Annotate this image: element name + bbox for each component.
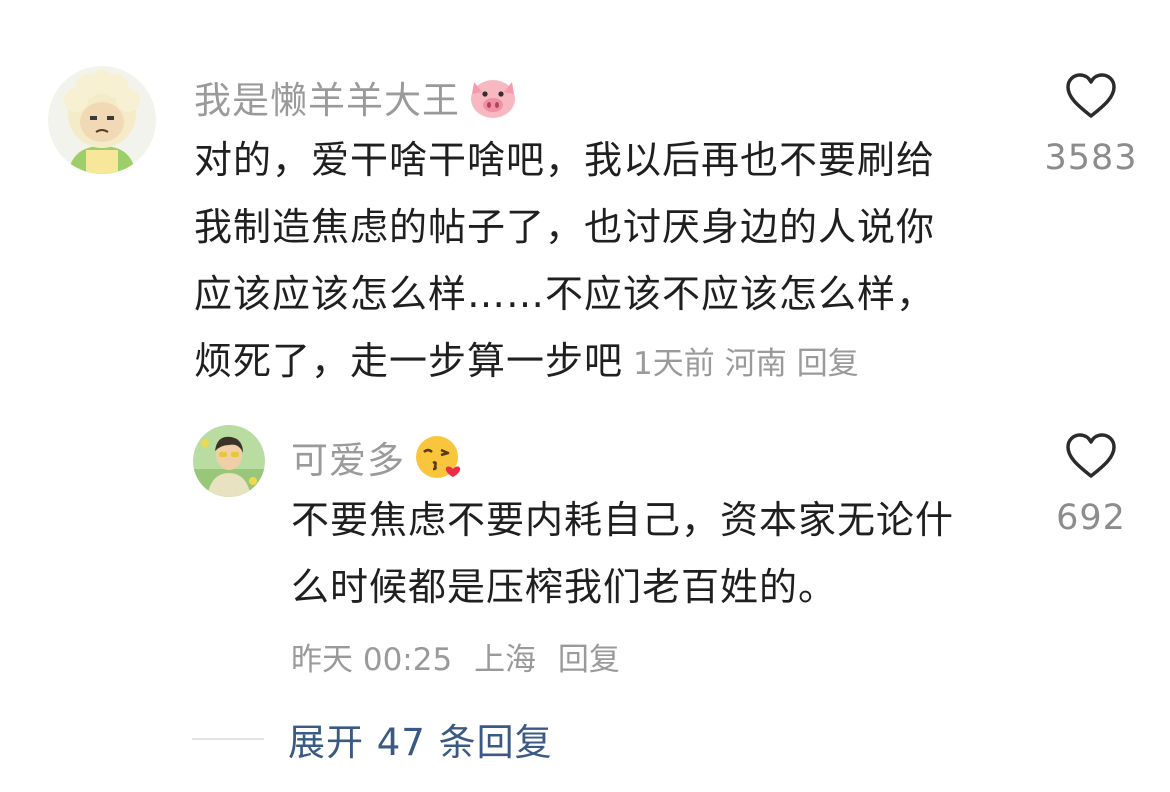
comment-time: 1天前 <box>633 346 715 382</box>
divider <box>192 738 264 740</box>
comment-2-meta: 昨天 00:25 上海 回复 <box>291 634 632 679</box>
comment-2-like-button[interactable]: 692 <box>1031 432 1151 538</box>
heart-icon <box>1066 433 1116 478</box>
username-text: 可爱多 <box>291 439 405 482</box>
comment-line-text: 烦死了，走一步算一步吧 <box>194 339 624 383</box>
expand-replies-label: 展开 47 条回复 <box>288 721 553 764</box>
comment-1-meta: 1天前 河南 回复 <box>633 346 869 382</box>
face-blowing-a-kiss-icon <box>413 433 463 481</box>
comment-time: 昨天 00:25 <box>291 642 453 678</box>
avatar-keaiduo[interactable] <box>193 425 265 497</box>
heart-icon <box>1066 73 1116 118</box>
reply-button[interactable]: 回复 <box>797 346 859 382</box>
comment-line: 不要焦虑不要内耗自己，资本家无论什 <box>291 498 955 542</box>
comment-location: 河南 <box>724 346 787 382</box>
lazy-sheep-avatar-image <box>48 66 156 174</box>
avatar-lazy-sheep[interactable] <box>48 66 156 174</box>
comment-2-content: 不要焦虑不要内耗自己，资本家无论什 么时候都是压榨我们老百姓的。 <box>291 487 954 621</box>
comment-line: 么时候都是压榨我们老百姓的。 <box>291 565 838 609</box>
reply-button[interactable]: 回复 <box>558 642 620 678</box>
expand-replies-button[interactable]: 展开 47 条回复 <box>192 712 553 766</box>
comment-line: 对的，爱干啥干啥吧，我以后再也不要刷给 <box>194 138 936 182</box>
comment-2-username[interactable]: 可爱多 <box>291 430 463 484</box>
comment-line: 我制造焦虑的帖子了，也讨厌身边的人说你 <box>194 205 936 249</box>
comment-1-content: 对的，爱干啥干啥吧，我以后再也不要刷给 我制造焦虑的帖子了，也讨厌身边的人说你 … <box>194 127 935 398</box>
username-text: 我是懒羊羊大王 <box>194 79 460 122</box>
comment-line-last: 烦死了，走一步算一步吧 1天前 河南 回复 <box>194 328 935 398</box>
comment-line: 应该应该怎么样……不应该不应该怎么样， <box>194 272 936 316</box>
like-count: 3583 <box>1044 138 1138 178</box>
comment-1-like-button[interactable]: 3583 <box>1031 72 1151 178</box>
comment-location: 上海 <box>474 642 537 678</box>
like-count: 692 <box>1056 498 1126 538</box>
pig-face-icon <box>468 74 518 120</box>
keaiduo-avatar-image <box>193 425 265 497</box>
comment-1-username[interactable]: 我是懒羊羊大王 <box>194 70 518 124</box>
